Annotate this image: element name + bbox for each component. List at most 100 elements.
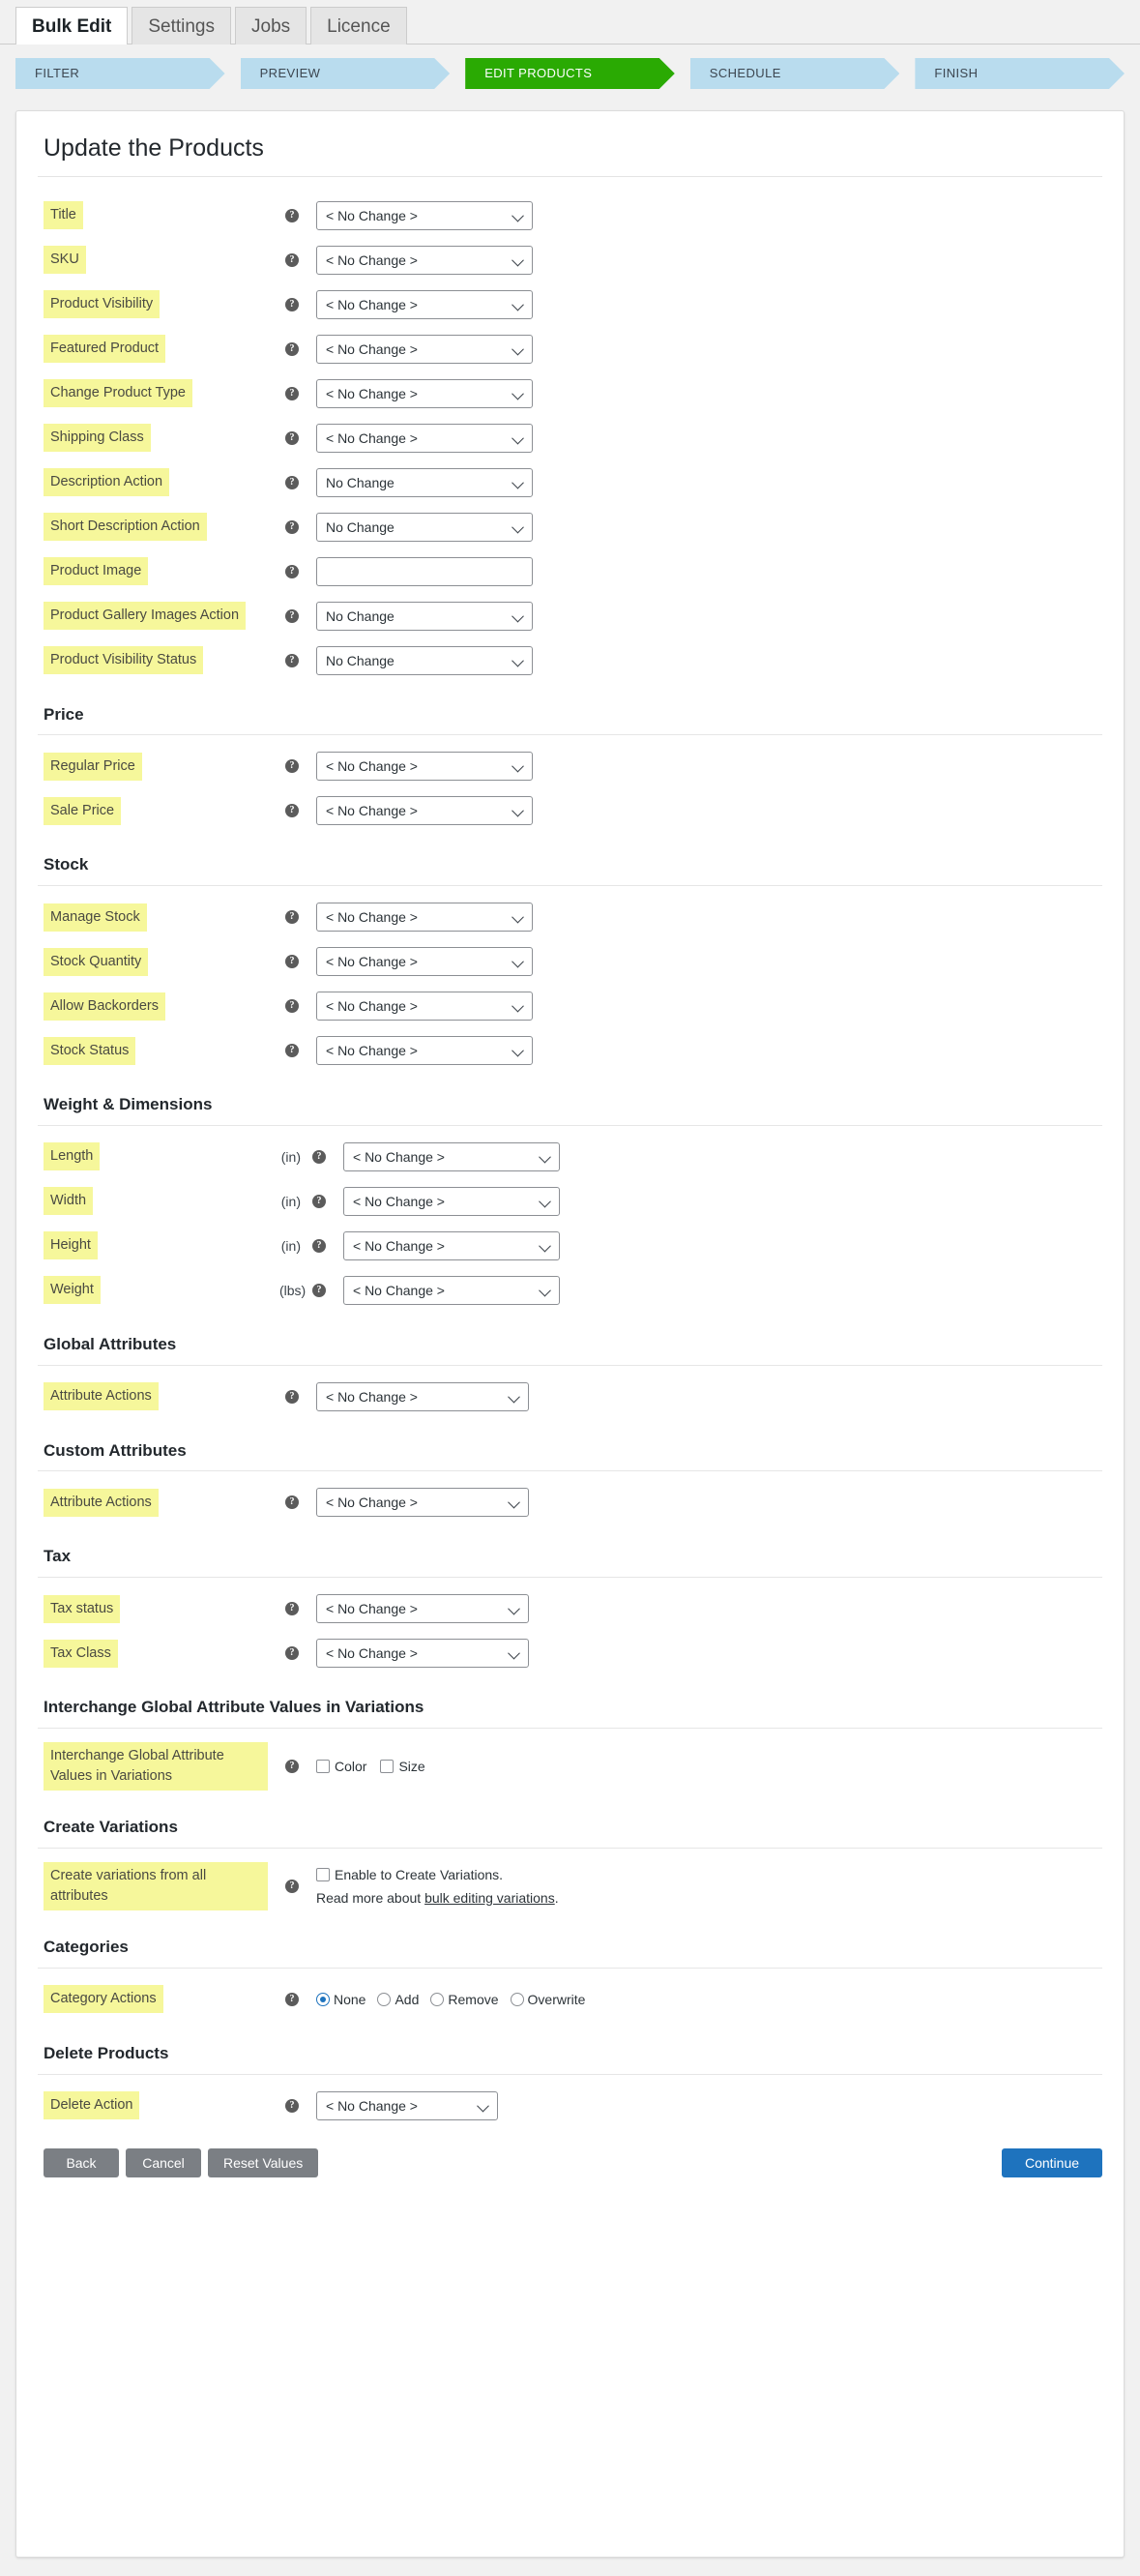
radio-overwrite[interactable]: Overwrite — [510, 1992, 585, 2007]
checkbox-size[interactable]: Size — [380, 1759, 425, 1774]
help-icon[interactable]: ? — [285, 999, 299, 1014]
select-product-visibility-status[interactable]: No Change — [316, 645, 533, 675]
row-regular-price: Regular Price ? < No Change > — [38, 749, 1102, 784]
select-tax-status[interactable]: < No Change > — [316, 1594, 529, 1624]
help-icon[interactable]: ? — [285, 1389, 299, 1404]
help-cell: ? — [279, 564, 305, 578]
select-regular-price[interactable]: < No Change > — [316, 752, 533, 782]
select-change-product-type[interactable]: < No Change > — [316, 378, 533, 408]
chevron-down-icon — [508, 1603, 520, 1615]
control-cell: No Change — [305, 645, 1102, 675]
top-tab-bar: Bulk Edit Settings Jobs Licence — [0, 0, 1140, 44]
select-delete-action[interactable]: < No Change > — [316, 2090, 498, 2120]
control-cell: < No Change > — [332, 1230, 1102, 1260]
select-allow-backorders[interactable]: < No Change > — [316, 992, 533, 1022]
select-sale-price[interactable]: < No Change > — [316, 796, 533, 826]
help-icon[interactable]: ? — [285, 804, 299, 818]
select-product-visibility[interactable]: < No Change > — [316, 289, 533, 319]
select-sku-value: < No Change > — [326, 252, 418, 268]
help-icon[interactable]: ? — [285, 608, 299, 623]
step-preview[interactable]: PREVIEW — [241, 58, 451, 89]
tab-settings[interactable]: Settings — [132, 7, 231, 44]
radio-dot-icon — [510, 1992, 524, 2006]
control-cell: < No Change > — [305, 752, 1102, 782]
help-icon[interactable]: ? — [285, 1992, 299, 2006]
product-image-input[interactable] — [316, 556, 533, 586]
help-icon[interactable]: ? — [285, 475, 299, 489]
tab-bulk-edit[interactable]: Bulk Edit — [15, 7, 129, 44]
help-icon[interactable]: ? — [285, 759, 299, 774]
cancel-button[interactable]: Cancel — [126, 2147, 201, 2177]
chevron-down-icon — [512, 760, 524, 773]
control-cell: < No Change > — [305, 334, 1102, 364]
select-delete-action-value: < No Change > — [326, 2097, 418, 2114]
control-cell: < No Change > — [305, 1639, 1102, 1669]
checkbox-enable-create-variations[interactable]: Enable to Create Variations. — [316, 1867, 1089, 1882]
control-cell: < No Change > — [305, 289, 1102, 319]
help-icon[interactable]: ? — [312, 1283, 326, 1297]
select-stock-status[interactable]: < No Change > — [316, 1036, 533, 1066]
row-stock-quantity: Stock Quantity ? < No Change > — [38, 944, 1102, 979]
help-icon[interactable]: ? — [285, 1879, 299, 1893]
unit-width: (in) — [280, 1193, 301, 1209]
help-icon[interactable]: ? — [285, 1495, 299, 1510]
step-filter[interactable]: FILTER — [15, 58, 225, 89]
help-icon[interactable]: ? — [285, 386, 299, 400]
select-description-action[interactable]: No Change — [316, 467, 533, 497]
select-global-attribute-actions[interactable]: < No Change > — [316, 1381, 529, 1411]
select-tax-class[interactable]: < No Change > — [316, 1639, 529, 1669]
reset-values-button[interactable]: Reset Values — [208, 2147, 319, 2177]
radio-none[interactable]: None — [316, 1992, 365, 2007]
select-title[interactable]: < No Change > — [316, 200, 533, 230]
help-icon[interactable]: ? — [285, 297, 299, 311]
help-icon[interactable]: ? — [285, 341, 299, 356]
radio-remove[interactable]: Remove — [430, 1992, 499, 2007]
select-custom-attribute-actions[interactable]: < No Change > — [316, 1488, 529, 1518]
help-icon[interactable]: ? — [285, 1044, 299, 1058]
step-edit-products[interactable]: EDIT PRODUCTS — [465, 58, 675, 89]
select-width[interactable]: < No Change > — [343, 1186, 560, 1216]
help-icon[interactable]: ? — [312, 1238, 326, 1253]
help-icon[interactable]: ? — [312, 1194, 326, 1208]
tab-licence[interactable]: Licence — [310, 7, 407, 44]
help-icon[interactable]: ? — [285, 2098, 299, 2113]
help-icon[interactable]: ? — [285, 910, 299, 925]
help-icon[interactable]: ? — [285, 252, 299, 267]
help-icon[interactable]: ? — [285, 430, 299, 445]
help-icon[interactable]: ? — [285, 955, 299, 969]
help-icon[interactable]: ? — [285, 208, 299, 222]
label-cell: Length — [38, 1142, 279, 1171]
help-cell: ? — [279, 910, 305, 925]
checkbox-color[interactable]: Color — [316, 1759, 366, 1774]
bulk-editing-variations-link[interactable]: bulk editing variations — [424, 1890, 555, 1906]
help-icon[interactable]: ? — [312, 1149, 326, 1164]
select-weight[interactable]: < No Change > — [343, 1275, 560, 1305]
select-stock-quantity[interactable]: < No Change > — [316, 947, 533, 977]
select-length[interactable]: < No Change > — [343, 1141, 560, 1171]
radio-add[interactable]: Add — [377, 1992, 419, 2007]
select-short-description-action[interactable]: No Change — [316, 512, 533, 542]
help-cell: ? — [307, 1194, 332, 1208]
label-cell: Description Action — [38, 467, 279, 496]
select-manage-stock[interactable]: < No Change > — [316, 903, 533, 933]
step-schedule[interactable]: SCHEDULE — [690, 58, 900, 89]
tab-jobs[interactable]: Jobs — [235, 7, 307, 44]
label-cell: Product Visibility — [38, 289, 279, 318]
help-icon[interactable]: ? — [285, 1760, 299, 1774]
step-finish[interactable]: FINISH — [915, 58, 1125, 89]
control-cell: Color Size — [305, 1759, 1102, 1774]
continue-button[interactable]: Continue — [1002, 2147, 1102, 2177]
help-icon[interactable]: ? — [285, 653, 299, 667]
back-button[interactable]: Back — [44, 2147, 119, 2177]
select-product-gallery-images-action[interactable]: No Change — [316, 601, 533, 631]
select-height[interactable]: < No Change > — [343, 1230, 560, 1260]
help-icon[interactable]: ? — [285, 1602, 299, 1616]
select-featured-product[interactable]: < No Change > — [316, 334, 533, 364]
help-icon[interactable]: ? — [285, 1646, 299, 1661]
select-sku[interactable]: < No Change > — [316, 245, 533, 275]
select-shipping-class[interactable]: < No Change > — [316, 423, 533, 453]
label-cell: Manage Stock — [38, 903, 279, 932]
label-cell: Product Gallery Images Action — [38, 601, 279, 630]
help-icon[interactable]: ? — [285, 564, 299, 578]
help-icon[interactable]: ? — [285, 519, 299, 534]
